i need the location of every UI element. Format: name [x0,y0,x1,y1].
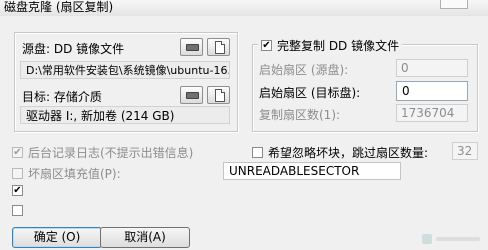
fill-bad-checkbox[interactable] [12,168,23,179]
target-label: 目标: 存储介质 [22,90,102,104]
watermark-icon [422,232,482,246]
fill-bad-option[interactable]: 坏扇区填充值(P): [12,165,121,182]
target-disk-button[interactable] [180,86,203,104]
log-option[interactable]: ✔ 后台记录日志(不提示出错信息) [12,144,193,161]
source-path-field: D:\常用软件安装包\系统镜像\ubuntu-16.04.4 [20,61,230,79]
source-label: 源盘: DD 镜像文件 [22,42,125,56]
source-disk-button[interactable] [180,38,203,56]
skip-bad-checkbox[interactable] [252,147,263,158]
start-source-label: 启始扇区 (源盘): [259,63,349,77]
file-icon [215,89,225,102]
extra-checkbox-2[interactable] [12,205,23,216]
ok-button[interactable]: 确定 (O) [12,227,102,248]
extra-checkbox-1[interactable]: ✔ [12,185,23,196]
skip-bad-input[interactable]: 32 [452,142,478,160]
source-file-button[interactable] [207,38,230,56]
dd-copy-checkbox[interactable]: ✔ [261,40,272,51]
start-target-label: 启始扇区 (目标盘): [259,86,361,100]
extra-option-1[interactable]: ✔ [12,185,23,196]
drive-icon [186,92,199,99]
dd-copy-header[interactable]: ✔ 完整复制 DD 镜像文件 [258,37,403,54]
window-title: 磁盘克隆 (扇区复制) [4,0,114,14]
fill-bad-input[interactable]: UNREADABLESECTOR [223,162,401,180]
cancel-button[interactable]: 取消(A) [100,227,190,248]
extra-option-2[interactable] [12,205,23,216]
target-drive-field: 驱动器 I:, 新加卷 (214 GB) [20,106,230,124]
log-label: 后台记录日志(不提示出错信息) [28,146,194,160]
close-icon[interactable] [440,0,468,9]
start-source-input[interactable]: 0 [396,59,468,77]
drive-icon [186,44,199,51]
dd-copy-label: 完整复制 DD 镜像文件 [277,39,400,53]
title-bar: 磁盘克隆 (扇区复制) [0,0,488,16]
count-input[interactable]: 1736704 [396,104,468,122]
log-checkbox[interactable]: ✔ [12,147,23,158]
fill-bad-label: 坏扇区填充值(P): [28,167,121,181]
skip-bad-option[interactable]: 希望忽略坏块，跳过扇区数量: [252,144,428,161]
skip-bad-label: 希望忽略坏块，跳过扇区数量: [268,146,429,160]
start-target-input[interactable]: 0 [396,81,468,101]
target-file-button[interactable] [207,86,230,104]
file-icon [215,41,225,54]
count-label: 复制扇区数(1): [259,108,341,122]
